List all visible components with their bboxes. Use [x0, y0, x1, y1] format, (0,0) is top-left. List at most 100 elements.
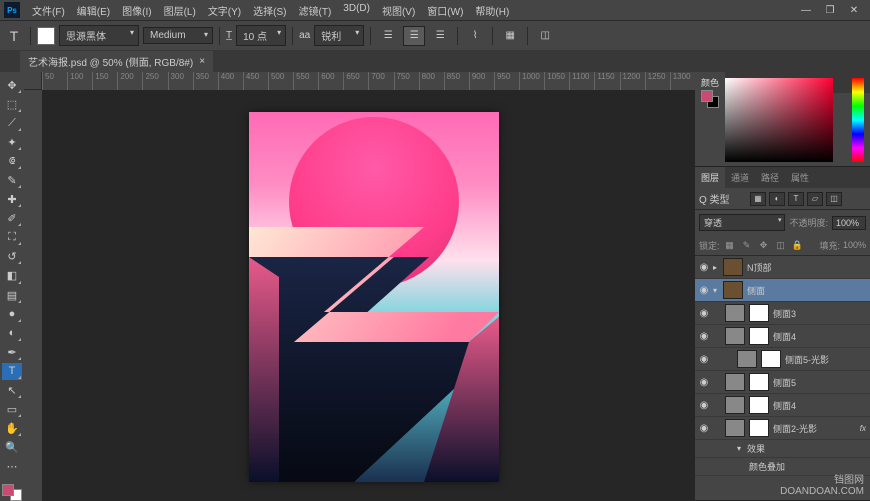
layer-disclosure-icon[interactable]: ▾ — [713, 286, 723, 295]
layer-mask-thumbnail[interactable] — [749, 396, 769, 414]
layer-row[interactable]: ◉▾侧面 — [695, 279, 870, 302]
zoom-tool[interactable]: 🔍 — [2, 439, 22, 456]
layer-row[interactable]: ◉ 侧面5-光影 — [695, 348, 870, 371]
layer-visibility-icon[interactable]: ◉ — [695, 285, 713, 296]
menu-item[interactable]: 3D(D) — [337, 1, 376, 20]
layer-disclosure-icon[interactable]: ▾ — [737, 444, 747, 453]
layer-row[interactable]: ◉侧面5 — [695, 371, 870, 394]
eraser-tool[interactable]: ◧ — [2, 267, 22, 284]
filter-pixel-icon[interactable]: ▦ — [750, 192, 766, 206]
antialias-dropdown[interactable]: 锐利 — [314, 25, 364, 46]
vertical-ruler[interactable] — [24, 90, 42, 501]
crop-tool[interactable]: ⟃ — [2, 153, 22, 170]
layer-mask-thumbnail[interactable] — [749, 304, 769, 322]
fill-input[interactable]: 100% — [843, 240, 866, 250]
layer-visibility-icon[interactable]: ◉ — [695, 308, 713, 319]
history-brush-tool[interactable]: ↺ — [2, 248, 22, 265]
layer-name[interactable]: 颜色叠加 — [749, 460, 870, 473]
horizontal-ruler[interactable]: 5010015020025030035040045050055060065070… — [42, 72, 695, 90]
brush-tool[interactable]: ✐ — [2, 210, 22, 227]
lock-all-icon[interactable]: 🔒 — [791, 238, 805, 252]
edit-toolbar-button[interactable]: ⋯ — [2, 458, 22, 475]
layer-name[interactable]: 侧面5-光影 — [785, 353, 870, 366]
ruler-origin[interactable] — [24, 72, 42, 90]
eyedropper-tool[interactable]: ✎ — [2, 172, 22, 189]
align-center-button[interactable]: ☰ — [403, 26, 425, 46]
filter-text-icon[interactable]: T — [788, 192, 804, 206]
layer-mask-thumbnail[interactable] — [749, 419, 769, 437]
menu-item[interactable]: 帮助(H) — [469, 1, 515, 20]
magic-wand-tool[interactable]: ✦ — [2, 134, 22, 151]
layer-fx-badge[interactable]: fx — [860, 424, 866, 433]
healing-tool[interactable]: ✚ — [2, 191, 22, 208]
layer-visibility-icon[interactable]: ◉ — [695, 331, 713, 342]
layer-row[interactable]: ◉▸ N顶部 — [695, 256, 870, 279]
lock-pixels-icon[interactable]: ✎ — [740, 238, 754, 252]
layer-row[interactable]: ◉侧面2-光影fx — [695, 417, 870, 440]
color-spectrum[interactable] — [725, 78, 833, 162]
layer-name[interactable]: 效果 — [747, 442, 870, 455]
blur-tool[interactable]: ● — [2, 306, 22, 323]
menu-item[interactable]: 编辑(E) — [71, 1, 116, 20]
layer-row[interactable]: 颜色叠加 — [695, 458, 870, 476]
menu-item[interactable]: 文件(F) — [26, 1, 71, 20]
document-tab[interactable]: 艺术海报.psd @ 50% (侧面, RGB/8#) × — [20, 51, 213, 72]
layer-name[interactable]: N顶部 — [747, 261, 870, 274]
layer-disclosure-icon[interactable]: ▸ — [713, 263, 723, 272]
lasso-tool[interactable]: ⟋ — [2, 115, 22, 132]
3d-button[interactable]: ◫ — [534, 26, 556, 46]
pen-tool[interactable]: ✒ — [2, 344, 22, 361]
font-family-dropdown[interactable]: 思源黑体 — [59, 25, 139, 46]
layer-name[interactable]: 侧面3 — [773, 307, 870, 320]
text-warp-button[interactable]: ⌇ — [464, 26, 486, 46]
layer-visibility-icon[interactable]: ◉ — [695, 262, 713, 273]
character-panel-button[interactable]: ▦ — [499, 26, 521, 46]
panel-tab[interactable]: 图层 — [695, 167, 725, 188]
hue-slider[interactable] — [852, 78, 864, 162]
menu-item[interactable]: 滤镜(T) — [293, 1, 338, 20]
layer-visibility-icon[interactable]: ◉ — [695, 354, 713, 365]
color-swatches[interactable] — [2, 484, 22, 501]
layer-row[interactable]: ◉ 侧面4 — [695, 394, 870, 417]
menu-item[interactable]: 选择(S) — [247, 1, 292, 20]
shape-tool[interactable]: ▭ — [2, 401, 22, 418]
filter-smart-icon[interactable]: ◫ — [826, 192, 842, 206]
marquee-tool[interactable]: ⬚ — [2, 96, 22, 113]
lock-artboard-icon[interactable]: ◫ — [774, 238, 788, 252]
layer-mask-thumbnail[interactable] — [749, 373, 769, 391]
font-size-dropdown[interactable]: 10 点 — [236, 25, 286, 46]
menu-item[interactable]: 图层(L) — [158, 1, 202, 20]
stamp-tool[interactable]: ⛶ — [2, 229, 22, 246]
text-tool[interactable]: T — [2, 363, 22, 380]
panel-tab[interactable]: 路径 — [755, 167, 785, 188]
canvas-area[interactable]: 5010015020025030035040045050055060065070… — [24, 72, 695, 501]
font-weight-dropdown[interactable]: Medium — [143, 27, 213, 44]
layer-row[interactable]: ◉ 侧面4 — [695, 325, 870, 348]
layer-mask-thumbnail[interactable] — [749, 327, 769, 345]
layer-visibility-icon[interactable]: ◉ — [695, 377, 713, 388]
layer-kind-filter[interactable]: Q 类型 — [699, 191, 747, 206]
layer-visibility-icon[interactable]: ◉ — [695, 400, 713, 411]
layer-mask-thumbnail[interactable] — [761, 350, 781, 368]
document-tab-close-button[interactable]: × — [199, 56, 205, 67]
window-minimize-button[interactable]: — — [794, 5, 818, 16]
layer-name[interactable]: 侧面4 — [773, 399, 870, 412]
align-left-button[interactable]: ☰ — [377, 26, 399, 46]
menu-item[interactable]: 视图(V) — [376, 1, 421, 20]
align-right-button[interactable]: ☰ — [429, 26, 451, 46]
text-color-swatch[interactable] — [37, 27, 55, 45]
opacity-input[interactable]: 100% — [832, 216, 866, 230]
path-select-tool[interactable]: ↖ — [2, 382, 22, 399]
menu-item[interactable]: 图像(I) — [116, 1, 157, 20]
layer-row[interactable]: ▾效果 — [695, 440, 870, 458]
foreground-swatch[interactable] — [2, 484, 14, 496]
move-tool[interactable]: ✥ — [2, 77, 22, 94]
blend-mode-dropdown[interactable]: 穿透 — [699, 214, 785, 231]
gradient-tool[interactable]: ▤ — [2, 287, 22, 304]
window-close-button[interactable]: ✕ — [842, 5, 866, 16]
lock-transparency-icon[interactable]: ▦ — [723, 238, 737, 252]
layer-name[interactable]: 侧面4 — [773, 330, 870, 343]
dodge-tool[interactable]: ◐ — [2, 325, 22, 342]
filter-adjust-icon[interactable]: ◐ — [769, 192, 785, 206]
filter-shape-icon[interactable]: ▱ — [807, 192, 823, 206]
